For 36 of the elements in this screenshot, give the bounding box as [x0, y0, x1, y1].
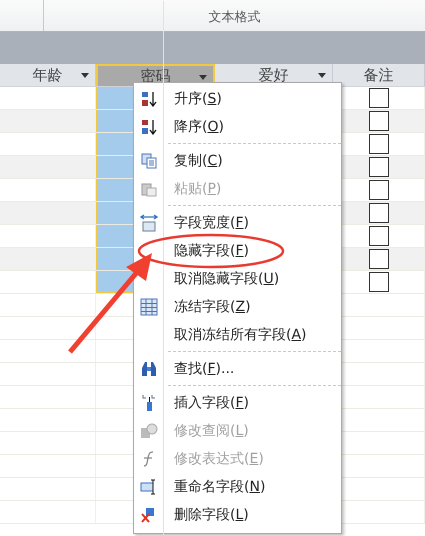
sort-descending-icon [142, 119, 157, 135]
checkbox[interactable] [368, 203, 388, 223]
menu-item[interactable]: 删除字段(L) [134, 501, 341, 529]
dropdown-icon[interactable] [199, 75, 207, 80]
menu-item[interactable]: 隐藏字段(F) [134, 237, 341, 265]
checkbox[interactable] [368, 157, 388, 177]
checkbox[interactable] [368, 272, 388, 292]
function-icon [143, 451, 154, 467]
menu-item[interactable]: 查找(F)... [134, 355, 341, 383]
menu-item[interactable]: 字段宽度(F) [134, 209, 341, 237]
checkbox[interactable] [368, 249, 388, 269]
menu-item[interactable]: 取消隐藏字段(U) [134, 265, 341, 293]
copy-icon [142, 154, 156, 168]
menu-item[interactable]: 取消冻结所有字段(A) [134, 321, 341, 349]
column-width-icon [140, 214, 158, 232]
checkbox[interactable] [368, 111, 388, 131]
rename-icon [140, 480, 156, 494]
checkbox[interactable] [368, 88, 388, 108]
insert-column-icon [142, 394, 156, 411]
checkbox[interactable] [368, 226, 388, 246]
dropdown-icon[interactable] [318, 73, 326, 78]
checkbox[interactable] [368, 134, 388, 154]
checkbox[interactable] [368, 180, 388, 200]
lookup-icon [141, 424, 158, 438]
grid-icon [140, 298, 158, 316]
menu-item[interactable]: 冻结字段(Z) [134, 293, 341, 321]
delete-column-icon [141, 508, 154, 523]
paste-icon [142, 184, 156, 196]
menu-item[interactable]: 插入字段(F) [134, 389, 341, 417]
menu-item[interactable]: 降序(O) [134, 113, 341, 141]
menu-item[interactable]: 升序(S) [134, 85, 341, 113]
menu-item[interactable]: 重命名字段(N) [134, 473, 341, 501]
ribbon-group-label: 文本格式 [208, 8, 260, 26]
sort-ascending-icon [142, 91, 157, 107]
binoculars-icon [142, 362, 156, 376]
dropdown-icon[interactable] [81, 73, 89, 78]
